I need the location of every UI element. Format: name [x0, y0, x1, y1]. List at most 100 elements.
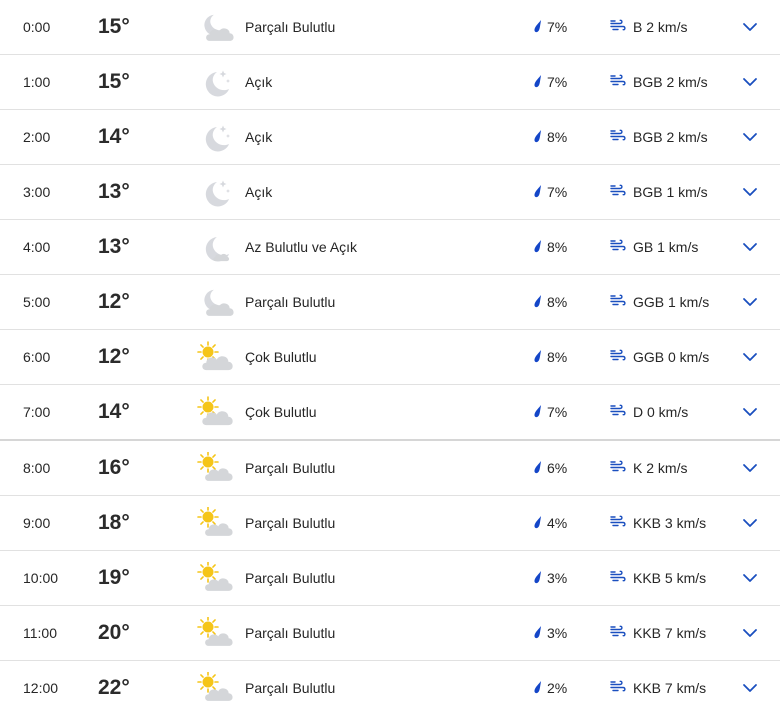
hour-label: 5:00 [23, 294, 51, 310]
wind: KKB 5 km/s [610, 551, 706, 605]
chevron-down-icon[interactable] [740, 606, 760, 660]
wind-icon [610, 349, 633, 366]
forecast-row[interactable]: 3:00 13° Açık 7% BGB 1 km/s [0, 165, 780, 220]
temperature: 13° [98, 180, 130, 203]
temperature: 12° [98, 290, 130, 313]
hour-label: 4:00 [23, 239, 51, 255]
wind: BGB 2 km/s [610, 110, 708, 164]
wind: GGB 1 km/s [610, 275, 709, 329]
forecast-row[interactable]: 2:00 14° Açık 8% BGB 2 km/s [0, 110, 780, 165]
chevron-down-icon[interactable] [740, 220, 760, 274]
raindrop-graphic [534, 74, 541, 87]
day-mostly-cloudy-icon [196, 385, 236, 439]
wind: KKB 7 km/s [610, 606, 706, 660]
precip-value: 8% [547, 349, 568, 365]
wind: GGB 0 km/s [610, 330, 709, 384]
chevron-down-graphic [743, 629, 757, 637]
night-mostly-clear-icon [196, 220, 236, 274]
chevron-down-icon[interactable] [740, 275, 760, 329]
wind-graphic [610, 129, 626, 140]
chevron-down-icon[interactable] [740, 551, 760, 605]
precip-value: 2% [547, 680, 568, 696]
precip-value: 4% [547, 515, 568, 531]
hour-label: 7:00 [23, 404, 51, 420]
wind-icon [610, 184, 633, 201]
wind: GB 1 km/s [610, 220, 698, 274]
precipitation: 3% [533, 551, 567, 605]
hour-label: 1:00 [23, 74, 51, 90]
wind-graphic [610, 404, 626, 415]
temperature: 14° [98, 125, 130, 148]
wind-graphic [610, 74, 626, 85]
chevron-down-graphic [743, 574, 757, 582]
wind-value: BGB 2 km/s [633, 74, 708, 90]
raindrop-icon [533, 184, 547, 201]
wind: D 0 km/s [610, 385, 688, 439]
precip-value: 7% [547, 404, 568, 420]
chevron-down-icon[interactable] [740, 330, 760, 384]
wind-value: KKB 5 km/s [633, 570, 707, 586]
night-clear-icon [196, 55, 236, 109]
night-partly-cloudy-icon [196, 275, 236, 329]
wind-graphic [610, 184, 626, 195]
wind-graphic [610, 515, 626, 526]
forecast-row[interactable]: 11:00 20° Parçalı Bulutlu 3% KKB 7 km/s [0, 606, 780, 661]
night-clear-icon-graphic [205, 70, 230, 97]
precipitation: 4% [533, 496, 567, 550]
forecast-row[interactable]: 9:00 18° Parçalı Bulutlu 4% KKB 3 km/s [0, 496, 780, 551]
day-mostly-cloudy-icon-graphic [197, 396, 233, 426]
chevron-down-icon[interactable] [740, 441, 760, 495]
day-partly-cloudy-icon [196, 661, 236, 715]
chevron-down-icon[interactable] [740, 165, 760, 219]
hour-label: 9:00 [23, 515, 51, 531]
precipitation: 3% [533, 606, 567, 660]
forecast-row[interactable]: 10:00 19° Parçalı Bulutlu 3% KKB 5 km/s [0, 551, 780, 606]
chevron-down-icon[interactable] [740, 110, 760, 164]
forecast-row[interactable]: 12:00 22° Parçalı Bulutlu 2% KKB 7 km/s [0, 661, 780, 715]
chevron-down-icon[interactable] [740, 0, 760, 54]
wind-graphic [610, 294, 626, 305]
raindrop-graphic [534, 460, 541, 473]
day-partly-cloudy-icon-graphic [197, 562, 233, 591]
wind: K 2 km/s [610, 441, 687, 495]
raindrop-graphic [534, 19, 541, 32]
precipitation: 7% [533, 165, 567, 219]
chevron-down-graphic [743, 243, 757, 251]
raindrop-graphic [534, 294, 541, 307]
forecast-row[interactable]: 0:00 15° Parçalı Bulutlu 7% B 2 km/s [0, 0, 780, 55]
forecast-row[interactable]: 8:00 16° Parçalı Bulutlu 6% K 2 km/s [0, 441, 780, 496]
wind-graphic [610, 625, 626, 636]
wind-icon [610, 515, 633, 532]
wind-icon [610, 19, 633, 36]
hour-label: 2:00 [23, 129, 51, 145]
day-partly-cloudy-icon [196, 496, 236, 550]
forecast-row[interactable]: 4:00 13° Az Bulutlu ve Açık 8% GB 1 km/s [0, 220, 780, 275]
chevron-down-graphic [743, 408, 757, 416]
wind: KKB 3 km/s [610, 496, 706, 550]
forecast-row[interactable]: 5:00 12° Parçalı Bulutlu 8% GGB 1 km/s [0, 275, 780, 330]
precip-value: 3% [547, 570, 568, 586]
chevron-down-icon[interactable] [740, 496, 760, 550]
precip-value: 7% [547, 184, 568, 200]
temperature: 19° [98, 566, 130, 589]
chevron-down-graphic [743, 133, 757, 141]
chevron-down-graphic [743, 78, 757, 86]
night-partly-cloudy-icon [196, 0, 236, 54]
wind-icon [610, 239, 633, 256]
forecast-row[interactable]: 7:00 14° Çok Bulutlu 7% D 0 km/s [0, 385, 780, 441]
chevron-down-icon[interactable] [740, 55, 760, 109]
raindrop-icon [533, 625, 547, 642]
raindrop-graphic [534, 625, 541, 638]
precip-value: 8% [547, 129, 568, 145]
forecast-row[interactable]: 6:00 12° Çok Bulutlu 8% GGB 0 km/s [0, 330, 780, 385]
chevron-down-graphic [743, 298, 757, 306]
wind-value: BGB 1 km/s [633, 184, 708, 200]
wind-value: D 0 km/s [633, 404, 689, 420]
forecast-row[interactable]: 1:00 15° Açık 7% BGB 2 km/s [0, 55, 780, 110]
hour-label: 12:00 [23, 680, 59, 696]
hour-label: 0:00 [23, 19, 51, 35]
chevron-down-icon[interactable] [740, 385, 760, 439]
raindrop-graphic [534, 129, 541, 142]
chevron-down-icon[interactable] [740, 661, 760, 715]
raindrop-icon [533, 680, 547, 697]
